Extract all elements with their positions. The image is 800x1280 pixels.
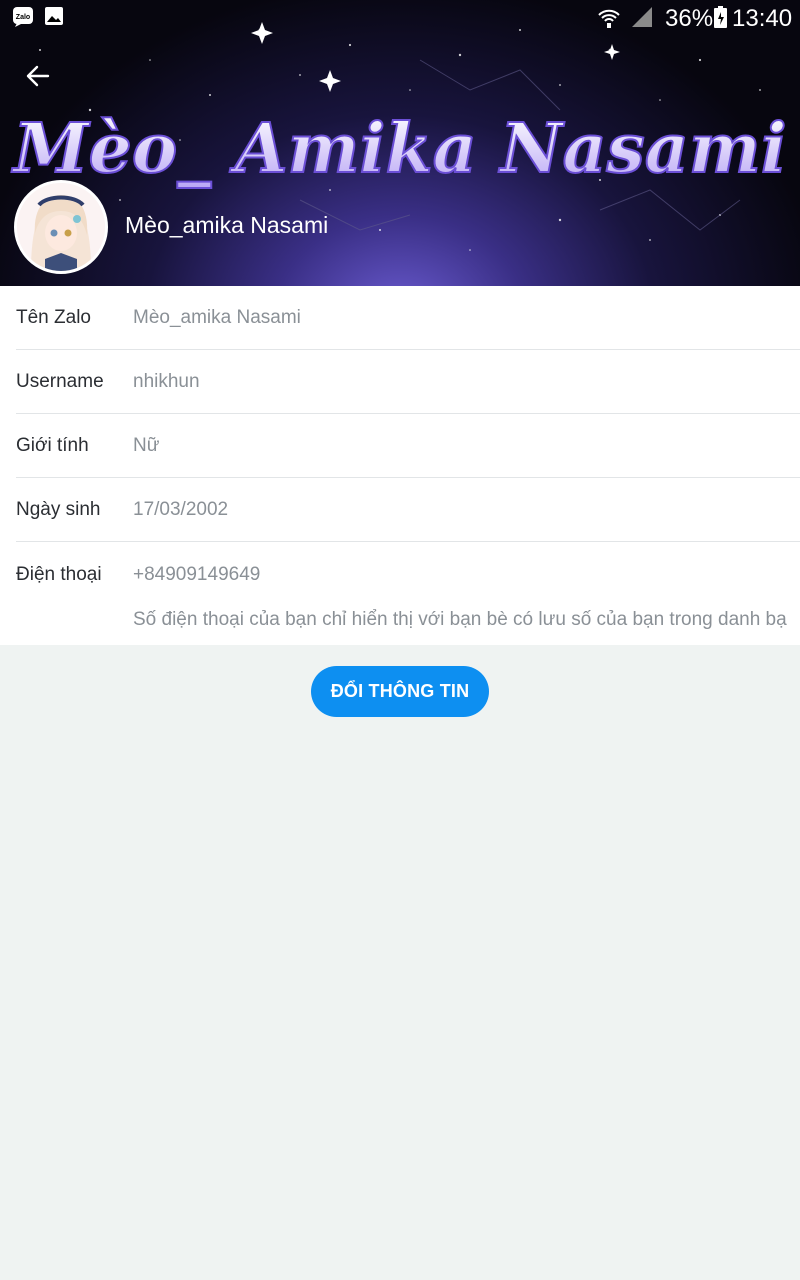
info-row-username: Username nhikhun (16, 350, 800, 414)
info-row-gender: Giới tính Nữ (16, 414, 800, 478)
info-label: Ngày sinh (16, 499, 101, 520)
zalo-icon: Zalo (13, 7, 33, 27)
profile-display-name: Mèo_amika Nasami (125, 212, 329, 238)
edit-info-button[interactable]: ĐỔI THÔNG TIN (311, 666, 489, 717)
image-icon (45, 7, 63, 25)
status-bar: Zalo 36% 13:40 (0, 0, 800, 36)
info-row-birthday: Ngày sinh 17/03/2002 (16, 478, 800, 542)
info-value: Mèo_amika Nasami (133, 307, 301, 328)
avatar-image (17, 183, 105, 271)
back-arrow-icon[interactable] (22, 60, 54, 92)
profile-info-card: Tên Zalo Mèo_amika Nasami Username nhikh… (0, 286, 800, 645)
info-value: 17/03/2002 (133, 499, 229, 520)
battery-percent: 36% (665, 5, 714, 32)
info-label: Username (16, 371, 104, 392)
clock: 13:40 (732, 5, 793, 32)
battery-icon (714, 6, 727, 28)
svg-text:Mèo_ Amika Nasami: Mèo_ Amika Nasami (11, 109, 786, 189)
phone-privacy-note: Số điện thoại của bạn chỉ hiển thị với b… (133, 609, 787, 630)
info-value: Nữ (133, 435, 160, 456)
info-row-zalo-name: Tên Zalo Mèo_amika Nasami (16, 286, 800, 350)
info-value: nhikhun (133, 371, 200, 392)
cover-title-art: Mèo_ Amika Nasami (10, 108, 787, 190)
info-label: Tên Zalo (16, 307, 91, 328)
info-label: Điện thoại (16, 564, 102, 585)
avatar[interactable] (14, 180, 108, 274)
signal-icon (632, 7, 652, 27)
profile-cover: Mèo_ Amika Nasami Zalo 36% 13:40 Mèo_ami… (0, 0, 800, 286)
info-row-phone: Điện thoại +84909149649 (16, 542, 800, 606)
wifi-icon (598, 9, 620, 28)
info-label: Giới tính (16, 435, 89, 456)
info-value: +84909149649 (133, 564, 261, 585)
svg-text:Zalo: Zalo (16, 14, 30, 21)
